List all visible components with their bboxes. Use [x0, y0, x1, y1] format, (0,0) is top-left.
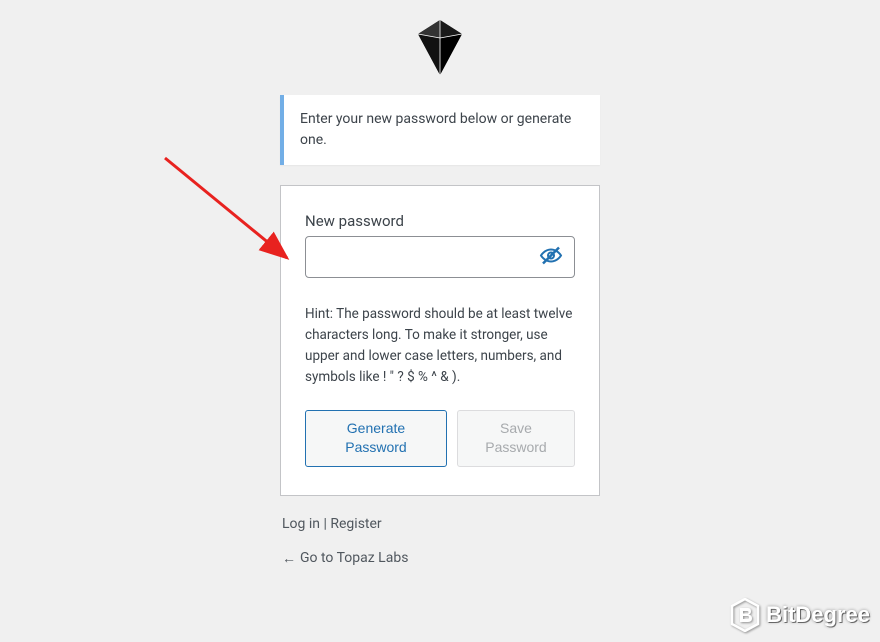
- watermark: BitDegree: [730, 598, 870, 632]
- bitdegree-logo-icon: [730, 598, 760, 632]
- password-form: New password Hint: The password should b…: [280, 185, 600, 496]
- eye-slash-icon: [539, 245, 563, 267]
- save-password-button[interactable]: Save Password: [457, 410, 575, 467]
- back-to-site-link[interactable]: ← Go to Topaz Labs: [282, 550, 408, 567]
- generate-password-button[interactable]: Generate Password: [305, 410, 447, 467]
- nav-links: Log in | Register ← Go to Topaz Labs: [280, 516, 600, 567]
- login-link[interactable]: Log in: [282, 516, 320, 532]
- password-label: New password: [305, 212, 575, 230]
- arrow-left-icon: ←: [282, 550, 296, 567]
- toggle-visibility-button[interactable]: [535, 241, 567, 274]
- separator: |: [320, 516, 330, 532]
- register-link[interactable]: Register: [330, 516, 381, 532]
- password-hint: Hint: The password should be at least tw…: [305, 304, 575, 388]
- back-link-text: Go to Topaz Labs: [300, 550, 408, 566]
- watermark-text: BitDegree: [766, 602, 870, 628]
- info-message: Enter your new password below or generat…: [280, 95, 600, 165]
- info-message-text: Enter your new password below or generat…: [300, 111, 571, 148]
- brand-logo: [280, 20, 600, 75]
